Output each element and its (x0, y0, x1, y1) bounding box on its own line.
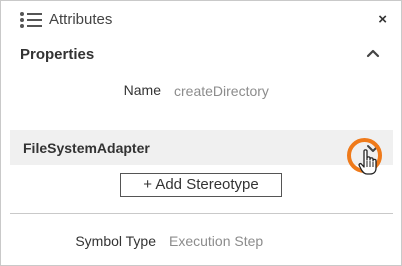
panel-title: Attributes (49, 11, 113, 28)
list-icon (20, 12, 42, 28)
close-button[interactable]: × (378, 10, 387, 30)
name-label: Name (123, 82, 161, 98)
divider (10, 213, 393, 214)
chevron-up-icon[interactable] (363, 43, 383, 63)
symbol-type-value: Execution Step (169, 233, 264, 249)
panel-header: Attributes × (1, 1, 401, 39)
name-value: createDirectory (174, 83, 269, 99)
symbol-type-label: Symbol Type (75, 233, 156, 249)
chevron-down-icon[interactable] (364, 139, 382, 157)
add-stereotype-button[interactable]: + Add Stereotype (120, 173, 282, 197)
properties-section-title: Properties (20, 46, 95, 63)
attributes-panel: Attributes × Properties Name createDirec… (0, 0, 402, 266)
stereotype-row[interactable]: FileSystemAdapter (10, 130, 393, 165)
stereotype-label: FileSystemAdapter (23, 140, 150, 156)
